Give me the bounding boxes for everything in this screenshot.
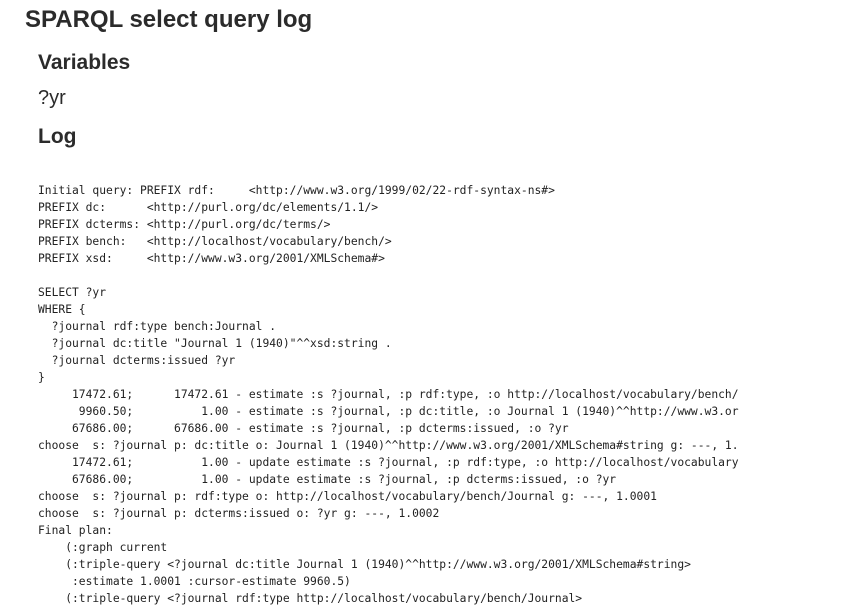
log-line: PREFIX dc: <http://purl.org/dc/elements/… xyxy=(38,201,379,214)
log-line: 9960.50; 1.00 - estimate :s ?journal, :p… xyxy=(38,405,739,418)
log-line: Final plan: xyxy=(38,524,113,537)
log-line: } xyxy=(38,371,45,384)
log-line: choose s: ?journal p: dc:title o: Journa… xyxy=(38,439,739,452)
log-line: (:triple-query <?journal rdf:type http:/… xyxy=(38,592,583,605)
page-title: SPARQL select query log xyxy=(25,6,313,33)
log-line: 67686.00; 1.00 - update estimate :s ?jou… xyxy=(38,473,617,486)
log-line: ?journal dc:title "Journal 1 (1940)"^^xs… xyxy=(38,337,392,350)
log-line: SELECT ?yr xyxy=(38,286,107,299)
log-line: (:graph current xyxy=(38,541,168,554)
log-line: WHERE { xyxy=(38,303,86,316)
log-line: PREFIX dcterms: <http://purl.org/dc/term… xyxy=(38,218,331,231)
variable-item: ?yr xyxy=(38,87,66,109)
log-line: (:triple-query <?journal dc:title Journa… xyxy=(38,558,691,571)
log-line: 67686.00; 67686.00 - estimate :s ?journa… xyxy=(38,422,569,435)
log-output: Initial query: PREFIX rdf: <http://www.w… xyxy=(38,182,739,607)
log-line: 17472.61; 17472.61 - estimate :s ?journa… xyxy=(38,388,739,401)
log-line: 17472.61; 1.00 - update estimate :s ?jou… xyxy=(38,456,739,469)
log-line: PREFIX xsd: <http://www.w3.org/2001/XMLS… xyxy=(38,252,385,265)
log-line: Initial query: PREFIX rdf: <http://www.w… xyxy=(38,184,555,197)
log-line: choose s: ?journal p: rdf:type o: http:/… xyxy=(38,490,657,503)
page: SPARQL select query log Variables ?yr Lo… xyxy=(0,0,860,610)
log-heading: Log xyxy=(38,125,77,148)
log-line: ?journal rdf:type bench:Journal . xyxy=(38,320,277,333)
log-line: :estimate 1.0001 :cursor-estimate 9960.5… xyxy=(38,575,351,588)
log-line: PREFIX bench: <http://localhost/vocabula… xyxy=(38,235,392,248)
log-line: choose s: ?journal p: dcterms:issued o: … xyxy=(38,507,440,520)
variables-heading: Variables xyxy=(38,51,131,74)
log-line: ?journal dcterms:issued ?yr xyxy=(38,354,236,367)
